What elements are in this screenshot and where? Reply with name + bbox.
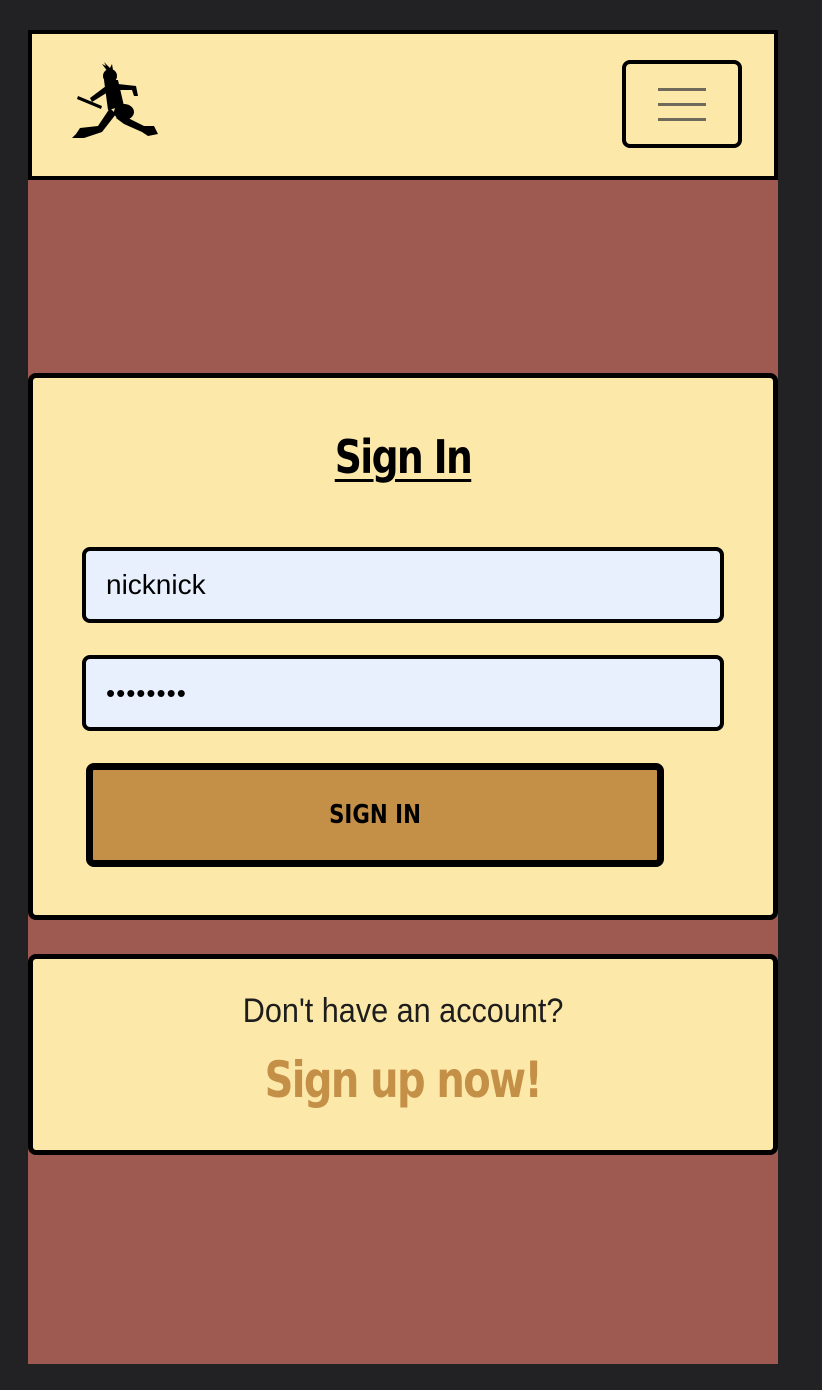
password-field[interactable]: [82, 655, 724, 731]
jumping-guitarist-logo-icon: [72, 62, 158, 138]
menu-toggle-button[interactable]: [622, 60, 742, 148]
page-title: Sign In: [334, 430, 473, 484]
username-field[interactable]: [82, 547, 724, 623]
hamburger-menu-icon: [658, 86, 706, 124]
sign-up-link[interactable]: Sign up now!: [33, 1051, 773, 1109]
sign-in-button[interactable]: SIGN IN: [86, 763, 664, 867]
logo-link[interactable]: [68, 62, 164, 148]
sign-in-button-label: SIGN IN: [329, 800, 421, 830]
sign-in-card: Sign In SIGN IN: [28, 373, 778, 920]
signup-prompt: Don't have an account?: [242, 992, 564, 1030]
app-frame: Sign In SIGN IN Don't have an account? S…: [28, 30, 778, 1364]
sign-up-card: Don't have an account? Sign up now!: [28, 954, 778, 1155]
navbar: [28, 30, 778, 180]
